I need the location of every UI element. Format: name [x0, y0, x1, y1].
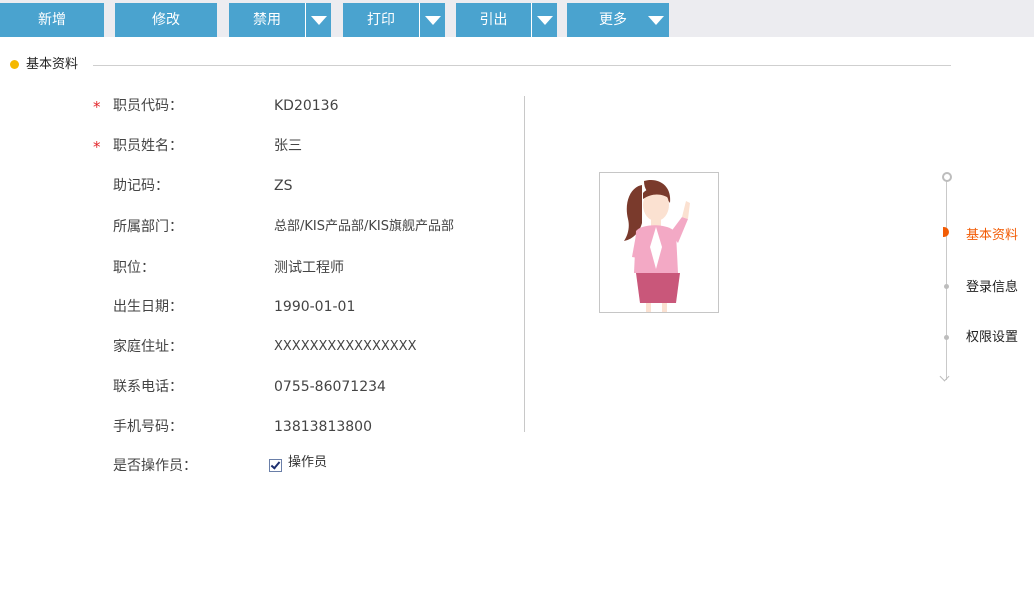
field-label: 手机号码：: [113, 419, 183, 435]
field-row-employee-name: * 职员姓名： 张三: [0, 135, 520, 157]
field-row-employee-code: * 职员代码： KD20136: [0, 95, 520, 117]
required-mark: *: [93, 98, 101, 116]
field-value: 0755-86071234: [274, 379, 386, 395]
field-value: 测试工程师: [274, 260, 344, 276]
field-label: 是否操作员：: [113, 458, 197, 474]
field-row-mnemonic: 助记码： ZS: [0, 175, 520, 197]
field-label: 出生日期：: [113, 299, 183, 315]
field-row-position: 职位： 测试工程师: [0, 257, 520, 279]
employee-photo[interactable]: [599, 172, 719, 313]
field-label: 职员代码：: [113, 98, 183, 114]
timeline-dot-icon: [944, 284, 949, 289]
field-label: 助记码：: [113, 178, 169, 194]
export-button-label: 引出: [479, 12, 508, 28]
timeline-start-icon: [942, 172, 952, 182]
section-divider: [93, 65, 951, 66]
chevron-down-icon[interactable]: [419, 3, 446, 37]
field-row-department: 所属部门： 总部/KIS产品部/KIS旗舰产品部: [0, 216, 520, 238]
print-button[interactable]: 打印: [343, 3, 445, 37]
field-row-mobile: 手机号码： 13813813800: [0, 416, 520, 438]
disable-button-label: 禁用: [253, 12, 281, 28]
field-label: 职员姓名：: [113, 138, 183, 154]
edit-button[interactable]: 修改: [115, 3, 217, 37]
field-value: 1990-01-01: [274, 299, 356, 315]
disable-button[interactable]: 禁用: [229, 3, 331, 37]
bullet-dot-icon: [10, 60, 19, 69]
section-title: 基本资料: [26, 57, 79, 72]
chevron-down-icon[interactable]: [643, 3, 669, 37]
field-value: 张三: [274, 138, 302, 154]
timeline-end-arrow-icon: [939, 371, 950, 382]
field-row-operator: 是否操作员： 操作员: [0, 455, 520, 477]
operator-checkbox-label[interactable]: 操作员: [288, 453, 327, 473]
field-row-home-address: 家庭住址： XXXXXXXXXXXXXXXX: [0, 336, 520, 358]
field-value: XXXXXXXXXXXXXXXX: [274, 339, 417, 354]
field-value: 13813813800: [274, 419, 372, 435]
nav-item-login-info[interactable]: 登录信息: [966, 279, 1018, 297]
export-button[interactable]: 引出: [456, 3, 557, 37]
toolbar: 新增 修改 禁用 打印 引出 更多: [0, 0, 1034, 37]
print-button-label: 打印: [367, 12, 395, 28]
field-row-phone: 联系电话： 0755-86071234: [0, 376, 520, 398]
field-label: 联系电话：: [113, 379, 183, 395]
field-row-birth-date: 出生日期： 1990-01-01: [0, 296, 520, 318]
chevron-down-icon[interactable]: [531, 3, 558, 37]
vertical-divider: [524, 96, 525, 432]
operator-checkbox[interactable]: [269, 459, 282, 472]
timeline-dot-icon: [944, 335, 949, 340]
required-mark: *: [93, 138, 101, 156]
nav-item-basic-info[interactable]: 基本资料: [966, 227, 1018, 245]
field-value: KD20136: [274, 98, 339, 114]
field-value: 总部/KIS产品部/KIS旗舰产品部: [274, 219, 454, 234]
field-label: 职位：: [113, 260, 155, 276]
woman-illustration-icon: [624, 179, 690, 312]
field-value: ZS: [274, 178, 293, 194]
new-button[interactable]: 新增: [0, 3, 104, 37]
nav-item-permissions[interactable]: 权限设置: [966, 329, 1018, 347]
chevron-down-icon[interactable]: [305, 3, 332, 37]
field-label: 所属部门：: [113, 219, 183, 235]
more-button[interactable]: 更多: [567, 3, 669, 37]
active-marker-icon: [943, 227, 949, 237]
field-label: 家庭住址：: [113, 339, 183, 355]
timeline-track: [946, 180, 947, 380]
